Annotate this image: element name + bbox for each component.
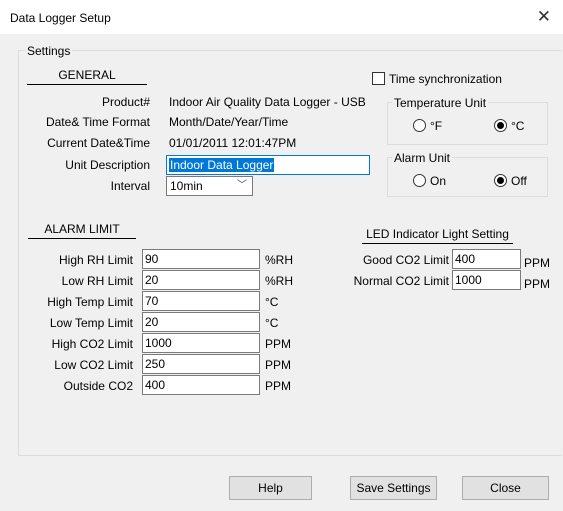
alarm-label-high-co2: High CO2 Limit <box>51 337 133 351</box>
general-heading: GENERAL <box>27 68 147 85</box>
close-button[interactable]: Close <box>462 476 549 500</box>
alarm-unit-outside-co2: PPM <box>265 379 292 393</box>
interval-label: Interval <box>110 179 150 193</box>
alarm-unit-low-co2: PPM <box>265 358 292 372</box>
alarm-label-low-temp: Low Temp Limit <box>49 316 133 330</box>
alarm-unit-on-radio[interactable] <box>413 174 426 187</box>
interval-value: 10min <box>170 179 203 193</box>
temperature-unit-label: Temperature Unit <box>392 96 489 110</box>
led-heading: LED Indicator Light Setting <box>362 227 513 244</box>
alarm-label-low-rh: Low RH Limit <box>61 274 133 288</box>
settings-group-label: Settings <box>25 44 73 58</box>
help-button[interactable]: Help <box>229 476 312 500</box>
window-title: Data Logger Setup <box>10 11 111 25</box>
product-value: Indoor Air Quality Data Logger - USB <box>169 95 366 109</box>
alarm-unit-low-temp: °C <box>265 316 279 330</box>
low-rh-input[interactable]: 20 <box>142 270 260 290</box>
led-unit-normal-co2: PPM <box>524 277 551 291</box>
led-unit-good-co2: PPM <box>524 256 551 270</box>
led-label-good-co2: Good CO2 Limit <box>362 253 449 267</box>
alarm-unit-low-rh: %RH <box>265 274 294 288</box>
close-icon[interactable]: ✕ <box>537 7 551 27</box>
normal-co2-input[interactable]: 1000 <box>452 270 521 290</box>
alarm-unit-high-co2: PPM <box>265 337 292 351</box>
current-datetime-label: Current Date&Time <box>47 136 150 150</box>
alarm-unit-label: Alarm Unit <box>392 151 453 165</box>
alarm-label-high-temp: High Temp Limit <box>47 295 133 309</box>
led-label-normal-co2: Normal CO2 Limit <box>353 274 449 288</box>
datetime-format-label: Date& Time Format <box>45 115 150 129</box>
temp-unit-c-radio[interactable] <box>494 119 507 132</box>
datetime-format-value: Month/Date/Year/Time <box>169 115 289 129</box>
save-settings-button[interactable]: Save Settings <box>350 476 437 500</box>
alarm-unit-high-temp: °C <box>265 295 279 309</box>
temp-unit-c-label: °C <box>511 119 525 133</box>
current-datetime-value: 01/01/2011 12:01:47PM <box>169 136 297 150</box>
high-co2-input[interactable]: 1000 <box>142 333 260 353</box>
low-co2-input[interactable]: 250 <box>142 354 260 374</box>
temp-unit-f-label: °F <box>430 119 443 133</box>
unit-description-label: Unit Description <box>65 158 150 172</box>
alarm-limit-heading: ALARM LIMIT <box>28 222 136 239</box>
alarm-label-low-co2: Low CO2 Limit <box>54 358 133 372</box>
alarm-unit-off-label: Off <box>511 174 527 188</box>
interval-select[interactable]: 10min ﹀ <box>166 176 253 196</box>
high-rh-input[interactable]: 90 <box>142 249 260 269</box>
outside-co2-input[interactable]: 400 <box>142 375 260 395</box>
temp-unit-f-radio[interactable] <box>413 119 426 132</box>
alarm-unit-on-label: On <box>430 174 447 188</box>
alarm-label-outside-co2: Outside CO2 <box>63 379 133 393</box>
alarm-unit-off-radio[interactable] <box>494 174 507 187</box>
chevron-down-icon: ﹀ <box>237 180 247 191</box>
unit-description-input[interactable]: Indoor Data Logger <box>166 155 370 175</box>
alarm-label-high-rh: High RH Limit <box>58 253 133 267</box>
low-temp-input[interactable]: 20 <box>142 312 260 332</box>
good-co2-input[interactable]: 400 <box>452 249 521 269</box>
high-temp-input[interactable]: 70 <box>142 291 260 311</box>
unit-description-text: Indoor Data Logger <box>169 158 275 172</box>
product-label: Product# <box>101 95 150 109</box>
time-sync-checkbox[interactable] <box>372 72 385 85</box>
title-bar: Data Logger Setup ✕ <box>0 0 563 34</box>
time-sync-label: Time synchronization <box>389 72 502 86</box>
alarm-unit-high-rh: %RH <box>265 253 294 267</box>
